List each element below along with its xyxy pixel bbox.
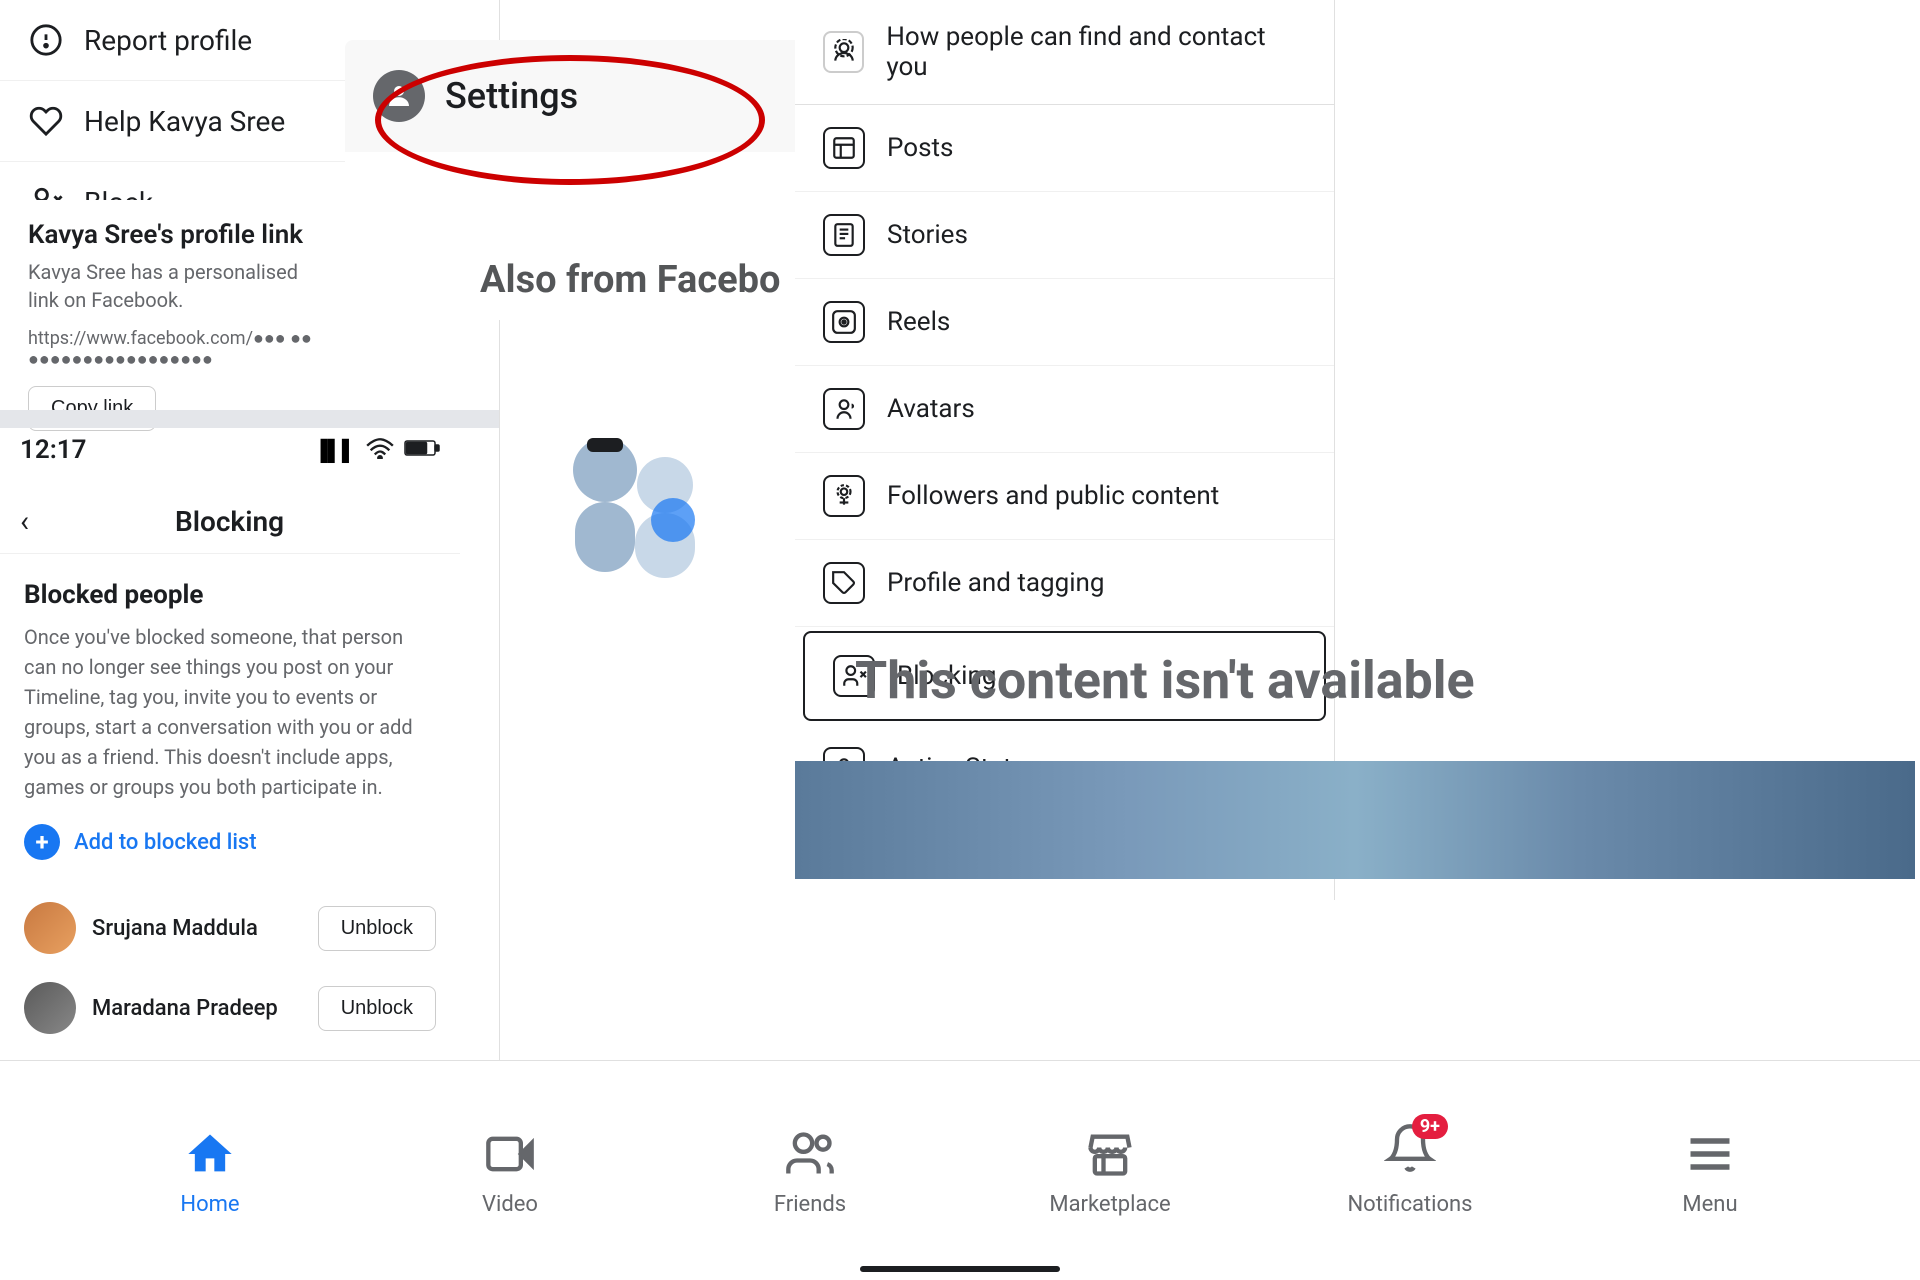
settings-avatar-icon bbox=[373, 70, 425, 122]
settings-item-how-people[interactable]: How people can find and contact you bbox=[795, 0, 1334, 105]
content-unavailable-message: This content isn't available bbox=[795, 610, 1915, 751]
home-icon bbox=[180, 1124, 240, 1184]
content-unavailable-section: This content isn't available bbox=[795, 610, 1915, 879]
nav-label-notifications: Notifications bbox=[1347, 1192, 1472, 1217]
user-name-srujana: Srujana Maddula bbox=[92, 916, 302, 941]
blocked-user-row-2: Maradana Pradeep Unblock bbox=[24, 968, 436, 1048]
user-avatar-maradana bbox=[24, 982, 76, 1034]
profile-tagging-label: Profile and tagging bbox=[887, 568, 1105, 598]
avatars-icon bbox=[823, 388, 865, 430]
menu-item-report[interactable]: Report profile bbox=[0, 0, 350, 81]
nav-item-friends[interactable]: Friends bbox=[660, 1124, 960, 1217]
add-icon: + bbox=[24, 824, 60, 860]
settings-overlay-item: Settings bbox=[345, 40, 805, 152]
reels-icon bbox=[823, 301, 865, 343]
stories-label: Stories bbox=[887, 220, 968, 250]
settings-item-stories[interactable]: Stories bbox=[795, 192, 1334, 279]
heart-icon bbox=[28, 103, 64, 139]
menu-item-help[interactable]: Help Kavya Sree bbox=[0, 81, 350, 162]
notification-badge: 9+ bbox=[1412, 1114, 1448, 1139]
bottom-nav: Home Video Friends bbox=[0, 1060, 1920, 1280]
blocked-user-row-1: Srujana Maddula Unblock bbox=[24, 888, 436, 968]
blocking-screen-title: Blocking bbox=[49, 505, 410, 538]
marketplace-icon bbox=[1080, 1124, 1140, 1184]
status-icons: ▐▌▌ bbox=[313, 437, 440, 464]
reels-label: Reels bbox=[887, 307, 950, 337]
unblock-button-srujana[interactable]: Unblock bbox=[318, 906, 436, 951]
find-contact-label: How people can find and contact you bbox=[886, 22, 1306, 82]
status-bar: 12:17 ▐▌▌ bbox=[0, 435, 460, 465]
nav-label-friends: Friends bbox=[774, 1192, 846, 1217]
nav-item-menu[interactable]: Menu bbox=[1560, 1124, 1860, 1217]
nav-item-home[interactable]: Home bbox=[60, 1124, 360, 1217]
home-indicator bbox=[860, 1266, 1060, 1272]
signal-icon: ▐▌▌ bbox=[313, 438, 356, 463]
profile-link-desc: Kavya Sree has a personalised link on Fa… bbox=[28, 258, 322, 314]
settings-label: Settings bbox=[445, 75, 578, 117]
nav-label-marketplace: Marketplace bbox=[1049, 1192, 1170, 1217]
blocking-illustration bbox=[505, 420, 785, 600]
settings-item-avatars[interactable]: Avatars bbox=[795, 366, 1334, 453]
nav-item-notifications[interactable]: 9+ Notifications bbox=[1260, 1124, 1560, 1217]
blocked-description: Once you've blocked someone, that person… bbox=[24, 622, 436, 802]
followers-label: Followers and public content bbox=[887, 481, 1219, 511]
profile-link-title: Kavya Sree's profile link bbox=[28, 220, 322, 250]
nav-item-video[interactable]: Video bbox=[360, 1124, 660, 1217]
blocking-header: ‹ Blocking bbox=[0, 490, 460, 554]
blocked-people-title: Blocked people bbox=[24, 580, 436, 610]
user-avatar-srujana bbox=[24, 902, 76, 954]
friends-icon bbox=[780, 1124, 840, 1184]
nav-item-marketplace[interactable]: Marketplace bbox=[960, 1124, 1260, 1217]
battery-icon bbox=[404, 438, 440, 463]
nav-label-video: Video bbox=[482, 1192, 538, 1217]
menu-icon bbox=[1680, 1124, 1740, 1184]
settings-item-reels[interactable]: Reels bbox=[795, 279, 1334, 366]
report-icon bbox=[28, 22, 64, 58]
back-button[interactable]: ‹ bbox=[20, 504, 29, 539]
user-name-maradana: Maradana Pradeep bbox=[92, 996, 302, 1021]
add-blocked-label: Add to blocked list bbox=[74, 830, 257, 855]
wifi-icon bbox=[366, 437, 394, 464]
find-contact-icon bbox=[823, 31, 864, 73]
notifications-icon: 9+ bbox=[1380, 1124, 1440, 1184]
blocked-people-section: Blocked people Once you've blocked someo… bbox=[0, 560, 460, 1068]
followers-icon bbox=[823, 475, 865, 517]
status-time: 12:17 bbox=[20, 435, 87, 465]
nav-label-home: Home bbox=[180, 1192, 239, 1217]
menu-item-report-label: Report profile bbox=[84, 24, 252, 57]
posts-icon bbox=[823, 127, 865, 169]
also-from-text: Also from Facebo bbox=[480, 258, 780, 302]
stories-icon bbox=[823, 214, 865, 256]
posts-label: Posts bbox=[887, 133, 953, 163]
settings-item-followers[interactable]: Followers and public content bbox=[795, 453, 1334, 540]
separator-bar bbox=[0, 410, 500, 428]
add-to-blocked-list-button[interactable]: + Add to blocked list bbox=[24, 824, 436, 860]
unblock-button-maradana[interactable]: Unblock bbox=[318, 986, 436, 1031]
profile-url: https://www.facebook.com/●●● ●●●●●●●●●●●… bbox=[28, 328, 322, 370]
settings-item-posts[interactable]: Posts bbox=[795, 105, 1334, 192]
video-icon bbox=[480, 1124, 540, 1184]
profile-tagging-icon bbox=[823, 562, 865, 604]
photo-strip bbox=[795, 761, 1915, 879]
nav-label-menu: Menu bbox=[1682, 1192, 1737, 1217]
avatars-label: Avatars bbox=[887, 394, 975, 424]
menu-item-help-label: Help Kavya Sree bbox=[84, 105, 285, 138]
